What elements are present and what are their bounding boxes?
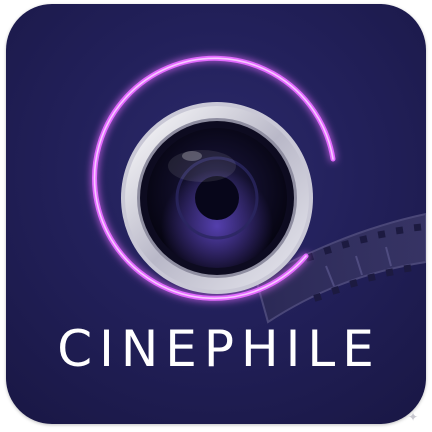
stage: CINEPHILE ✦ xyxy=(0,0,432,432)
app-icon[interactable]: CINEPHILE xyxy=(6,4,426,424)
camera-lens-icon xyxy=(121,102,313,294)
app-name-wordmark: CINEPHILE xyxy=(57,320,381,378)
sparkle-icon: ✦ xyxy=(407,410,418,424)
